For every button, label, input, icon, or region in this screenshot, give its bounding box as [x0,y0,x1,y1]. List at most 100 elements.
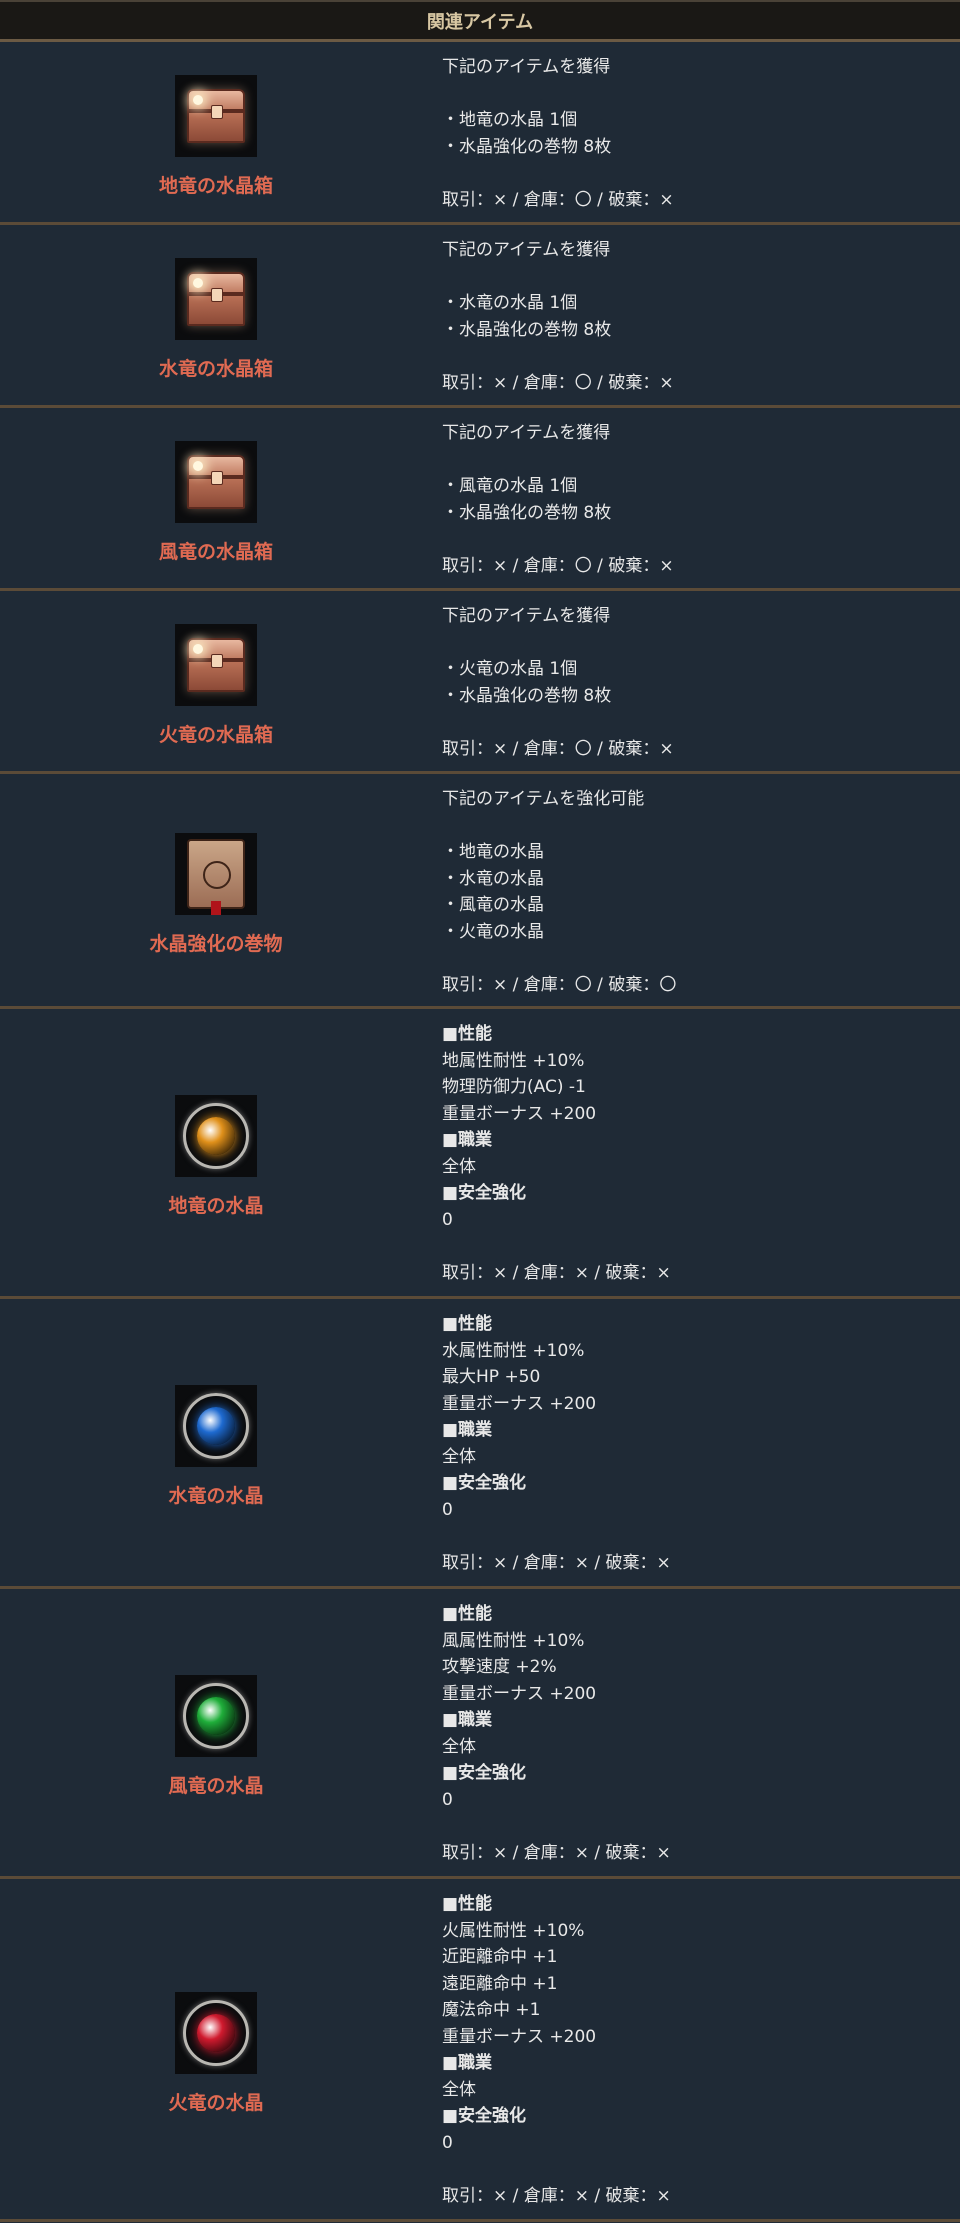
trade-status: 取引：× / 倉庫：〇 / 破棄：× [442,189,674,210]
description-line: 0 [442,2132,453,2153]
description-line: ・水晶強化の巻物 8枚 [442,685,612,706]
green-orb-icon [183,1683,249,1749]
description-line: 火属性耐性 +10% [442,1920,585,1941]
item-icon-frame [175,1675,257,1757]
trade-status: 取引：× / 倉庫：〇 / 破棄：〇 [442,974,677,995]
item-row: 火竜の水晶箱 下記のアイテムを獲得 ・火竜の水晶 1個 ・水晶強化の巻物 8枚 取引：×… [0,591,960,774]
item-identity: 水晶強化の巻物 [0,774,432,1006]
description-line: 最大HP +50 [442,1367,541,1387]
treasure-chest-icon [187,454,245,509]
description-line: 下記のアイテムを獲得 [442,57,611,77]
description-line: ■性能 [442,1024,493,1044]
trade-status: 取引：× / 倉庫：〇 / 破棄：× [442,555,674,576]
item-description: 下記のアイテムを獲得 ・火竜の水晶 1個 ・水晶強化の巻物 8枚 取引：× / 倉庫：… [432,591,960,771]
item-row: 地竜の水晶箱 下記のアイテムを獲得 ・地竜の水晶 1個 ・水晶強化の巻物 8枚 取引：×… [0,42,960,225]
item-identity: 風竜の水晶箱 [0,408,432,588]
description-line: 魔法命中 +1 [442,2000,541,2020]
item-identity: 風竜の水晶 [0,1589,432,1876]
orb-frame [183,1999,249,2066]
description-line: 全体 [442,1736,476,1757]
seal-icon [203,860,231,889]
description-line: ・風竜の水晶 1個 [442,476,578,496]
blue-orb-icon [183,1393,249,1459]
orb-frame [183,1103,249,1169]
description-line: ・水晶強化の巻物 8枚 [442,502,612,523]
description-line: ■性能 [442,1314,493,1334]
item-name: 風竜の水晶 [168,1775,264,1797]
item-row: 風竜の水晶 ■性能 風属性耐性 +10% 攻撃速度 +2% 重量ボーナス +200 ■職業… [0,1589,960,1879]
item-row: 火竜の水晶 ■性能火属性耐性 +10% 近距離命中 +1 遠距離命中 +1 魔法命中 +… [0,1879,960,2222]
description-line: ■安全強化 [442,1763,527,1783]
item-name: 水晶強化の巻物 [149,932,283,955]
description-line: 近距離命中 +1 [442,1947,558,1967]
red-orb-icon [183,1999,249,2066]
description-line: ・風竜の水晶 [442,895,544,915]
description-line: 下記のアイテムを獲得 [442,240,611,260]
item-description: ■性能 水属性耐性 +10% 最大HP +50 重量ボーナス +200 ■職業 全体 ■安全… [432,1299,960,1586]
description-line: ・火竜の水晶 [442,921,544,942]
description-line: 遠距離命中 +1 [442,1973,558,1994]
item-row: 風竜の水晶箱 下記のアイテムを獲得 ・風竜の水晶 1個 ・水晶強化の巻物 8枚 取引：×… [0,408,960,591]
trade-status: 取引：× / 倉庫：× / 破棄：× [442,2185,671,2206]
item-row: 水晶強化の巻物 下記のアイテムを強化可能 ・地竜の水晶 ・水竜の水晶 ・風竜の水晶 ・火竜… [0,774,960,1009]
item-identity: 火竜の水晶箱 [0,591,432,771]
item-icon-frame [175,257,257,340]
treasure-chest-icon [187,637,245,692]
description-line: 風属性耐性 +10% [442,1630,585,1651]
sparkle-icon [193,94,203,105]
trade-status: 取引：× / 倉庫：〇 / 破棄：× [442,372,674,393]
item-description: ■性能火属性耐性 +10% 近距離命中 +1 遠距離命中 +1 魔法命中 +1 重量ボー… [432,1879,960,2219]
description-line: 物理防御力(AC) -1 [442,1077,586,1097]
description-line: 0 [442,1499,453,1520]
description-line: 重量ボーナス +200 [442,1393,597,1414]
description-line: ・地竜の水晶 [442,842,544,862]
item-row: 地竜の水晶 ■性能 地属性耐性 +10% 物理防御力(AC) -1 重量ボーナス +20… [0,1009,960,1299]
description-line: ■安全強化 [442,1183,527,1203]
trade-status: 取引：× / 倉庫：× / 破棄：× [442,1842,671,1863]
trade-status: 取引：× / 倉庫：× / 破棄：× [442,1552,671,1573]
item-identity: 水竜の水晶 [0,1299,432,1586]
description-line: ■性能 [442,1604,493,1624]
description-line: ・水晶強化の巻物 8枚 [442,319,612,340]
description-line: 重量ボーナス +200 [442,2026,597,2047]
item-icon-frame [175,440,257,523]
description-line: 水属性耐性 +10% [442,1340,585,1361]
description-line: ■職業 [442,1130,493,1150]
description-line: 重量ボーナス +200 [442,1103,597,1124]
item-identity: 火竜の水晶 [0,1879,432,2219]
sparkle-icon [193,460,203,471]
item-identity: 水竜の水晶箱 [0,225,432,405]
description-line: ■性能 [442,1894,493,1914]
description-line: ■職業 [442,2053,493,2073]
description-line: ・水晶強化の巻物 8枚 [442,136,612,157]
description-line: ■安全強化 [442,1473,527,1493]
item-icon-frame [175,623,257,706]
item-name: 火竜の水晶箱 [158,723,273,746]
description-line: 0 [442,1789,453,1810]
section-header: 関連アイテム [0,0,960,42]
description-line: 地属性耐性 +10% [442,1050,585,1071]
item-icon-frame [175,74,257,157]
description-line: 攻撃速度 +2% [442,1657,557,1677]
item-table: 地竜の水晶箱 下記のアイテムを獲得 ・地竜の水晶 1個 ・水晶強化の巻物 8枚 取引：×… [0,42,960,2222]
description-line: 0 [442,1209,453,1230]
item-name: 地竜の水晶箱 [158,174,273,197]
item-description: 下記のアイテムを強化可能 ・地竜の水晶 ・水竜の水晶 ・風竜の水晶 ・火竜の水晶 取引：×… [432,774,960,1006]
trade-status: 取引：× / 倉庫：× / 破棄：× [442,1262,671,1283]
description-line: ■職業 [442,1710,493,1730]
item-description: 下記のアイテムを獲得 ・水竜の水晶 1個 ・水晶強化の巻物 8枚 取引：× / 倉庫：… [432,225,960,405]
item-name: 水竜の水晶箱 [158,357,273,380]
item-row: 水竜の水晶箱 下記のアイテムを獲得 ・水竜の水晶 1個 ・水晶強化の巻物 8枚 取引：×… [0,225,960,408]
ribbon-icon [211,900,221,915]
sparkle-icon [193,277,203,288]
description-line: ■職業 [442,1420,493,1440]
treasure-chest-icon [187,271,245,326]
item-icon-frame [175,1385,257,1467]
amber-orb-icon [183,1103,249,1169]
